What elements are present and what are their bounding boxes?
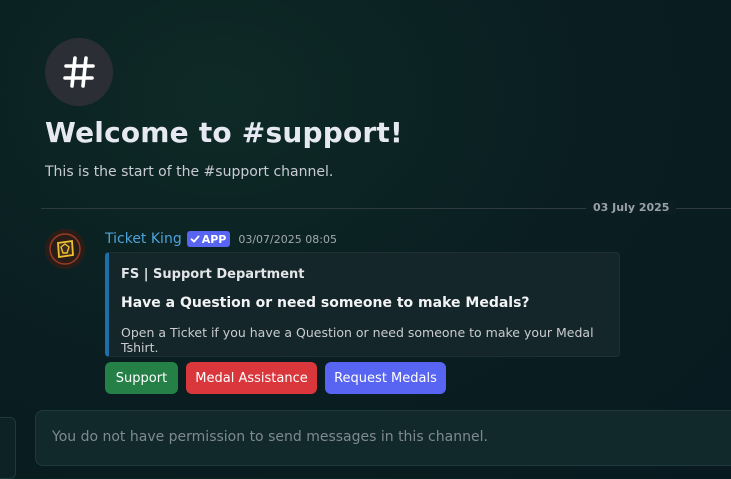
message-header: Ticket King APP 03/07/2025 08:05: [105, 231, 337, 247]
ticket-king-avatar: [45, 229, 85, 269]
message-composer: You do not have permission to send messa…: [35, 410, 731, 466]
embed-description: Open a Ticket if you have a Question or …: [121, 325, 594, 355]
channel-welcome-title: Welcome to #support!: [45, 116, 403, 149]
hashtag-icon: [45, 38, 113, 106]
composer-placeholder: You do not have permission to send messa…: [52, 429, 488, 445]
message-author[interactable]: Ticket King: [105, 231, 182, 247]
app-badge: APP: [186, 231, 231, 247]
medal-assistance-button[interactable]: Medal Assistance: [186, 362, 317, 394]
date-divider-label: 03 July 2025: [586, 201, 677, 214]
embed-title: Have a Question or need someone to make …: [121, 295, 530, 311]
message-timestamp: 03/07/2025 08:05: [238, 232, 337, 246]
sidebar-edge: [0, 417, 16, 479]
request-medals-button[interactable]: Request Medals: [325, 362, 446, 394]
message-embed: FS | Support Department Have a Question …: [105, 252, 620, 357]
app-badge-label: APP: [201, 232, 227, 246]
channel-welcome-subtitle: This is the start of the #support channe…: [45, 164, 334, 180]
support-button[interactable]: Support: [105, 362, 178, 394]
embed-author: FS | Support Department: [121, 267, 305, 282]
avatar[interactable]: [45, 229, 85, 269]
checkmark-icon: [190, 235, 200, 243]
